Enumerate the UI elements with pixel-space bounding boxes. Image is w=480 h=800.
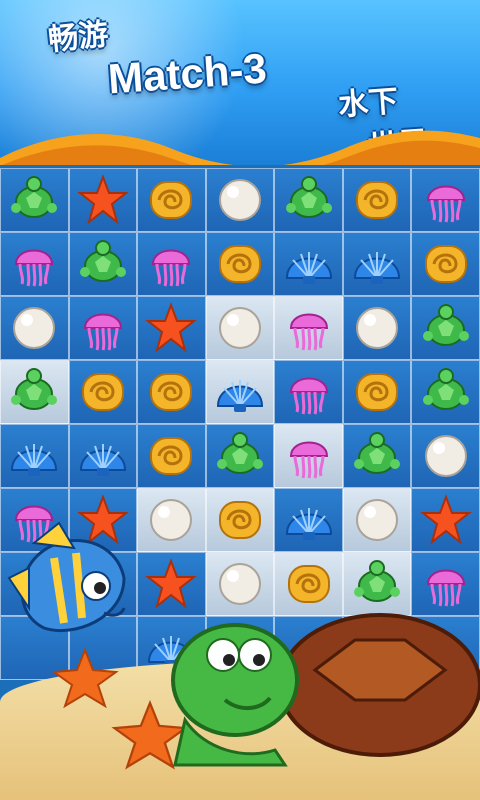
- shell-fan-icon[interactable]: [283, 494, 335, 546]
- shell-spiral-icon[interactable]: [351, 174, 403, 226]
- turtle-icon[interactable]: [77, 238, 129, 290]
- board-cell[interactable]: [205, 296, 275, 360]
- board-cell[interactable]: [411, 424, 480, 488]
- jellyfish-icon[interactable]: [77, 302, 129, 354]
- board-cell[interactable]: [411, 360, 480, 424]
- board-cell[interactable]: [411, 488, 480, 552]
- shell-spiral-icon[interactable]: [77, 366, 129, 418]
- title-line-1: 畅游: [46, 16, 111, 59]
- fish-icon: [7, 521, 126, 633]
- board-cell[interactable]: [205, 168, 275, 232]
- board-cell[interactable]: [205, 360, 275, 424]
- shell-fan-icon[interactable]: [351, 238, 403, 290]
- shell-fan-icon[interactable]: [8, 430, 60, 482]
- jellyfish-icon[interactable]: [283, 302, 335, 354]
- pearl-icon[interactable]: [420, 430, 472, 482]
- board-cell[interactable]: [342, 488, 412, 552]
- shell-spiral-icon[interactable]: [351, 366, 403, 418]
- jellyfish-icon[interactable]: [420, 174, 472, 226]
- turtle-icon[interactable]: [214, 430, 266, 482]
- board-cell[interactable]: [137, 360, 206, 424]
- board-cell[interactable]: [205, 424, 275, 488]
- starfish-icon[interactable]: [419, 494, 472, 546]
- board-cell[interactable]: [205, 232, 275, 296]
- jellyfish-icon[interactable]: [283, 430, 335, 482]
- pearl-icon[interactable]: [214, 302, 266, 354]
- starfish-icon[interactable]: [145, 302, 198, 354]
- board-cell[interactable]: [0, 296, 69, 360]
- pearl-icon[interactable]: [8, 302, 60, 354]
- shell-spiral-icon[interactable]: [420, 238, 472, 290]
- turtle-icon[interactable]: [8, 366, 60, 418]
- board-cell[interactable]: [411, 232, 480, 296]
- turtle-icon[interactable]: [420, 302, 472, 354]
- board-cell[interactable]: [68, 360, 138, 424]
- pearl-icon[interactable]: [351, 302, 403, 354]
- turtle-icon[interactable]: [420, 366, 472, 418]
- shell-fan-icon[interactable]: [283, 238, 335, 290]
- board-cell[interactable]: [342, 424, 412, 488]
- wave-divider: [0, 130, 480, 165]
- board-cell[interactable]: [411, 168, 480, 232]
- board-cell[interactable]: [0, 360, 69, 424]
- turtle-icon[interactable]: [8, 174, 60, 226]
- board-cell[interactable]: [68, 168, 138, 232]
- turtle-icon[interactable]: [283, 174, 335, 226]
- board-cell[interactable]: [342, 296, 412, 360]
- turtle-icon[interactable]: [351, 430, 403, 482]
- shell-spiral-icon[interactable]: [145, 366, 197, 418]
- title-banner: 畅游 Match-3 水下 世界: [0, 0, 480, 165]
- board-cell[interactable]: [68, 424, 138, 488]
- board-cell[interactable]: [342, 168, 412, 232]
- title-line-3: 水下: [337, 83, 400, 124]
- board-cell[interactable]: [68, 232, 138, 296]
- shell-spiral-icon[interactable]: [145, 430, 197, 482]
- shell-fan-icon[interactable]: [214, 366, 266, 418]
- turtle-character-icon: [171, 613, 480, 767]
- board-cell[interactable]: [0, 168, 69, 232]
- pearl-icon[interactable]: [214, 174, 266, 226]
- pearl-icon[interactable]: [145, 494, 197, 546]
- starfish-icon: [51, 648, 119, 708]
- board-cell[interactable]: [0, 232, 69, 296]
- shell-fan-icon[interactable]: [77, 430, 129, 482]
- jellyfish-icon[interactable]: [145, 238, 197, 290]
- board-cell[interactable]: [274, 488, 343, 552]
- shell-spiral-icon[interactable]: [214, 238, 266, 290]
- board-cell[interactable]: [137, 424, 206, 488]
- jellyfish-icon[interactable]: [283, 366, 335, 418]
- board-cell[interactable]: [68, 296, 138, 360]
- starfish-icon[interactable]: [76, 174, 129, 226]
- jellyfish-icon[interactable]: [8, 238, 60, 290]
- shell-spiral-icon[interactable]: [145, 174, 197, 226]
- board-cell[interactable]: [274, 232, 343, 296]
- board-cell[interactable]: [0, 424, 69, 488]
- board-cell[interactable]: [137, 232, 206, 296]
- board-cell[interactable]: [274, 424, 343, 488]
- board-cell[interactable]: [342, 360, 412, 424]
- shell-spiral-icon[interactable]: [214, 494, 266, 546]
- board-cell[interactable]: [274, 168, 343, 232]
- board-cell[interactable]: [342, 232, 412, 296]
- board-cell[interactable]: [205, 488, 275, 552]
- board-cell[interactable]: [274, 360, 343, 424]
- board-cell[interactable]: [137, 296, 206, 360]
- board-cell[interactable]: [411, 296, 480, 360]
- board-cell[interactable]: [137, 488, 206, 552]
- board-cell[interactable]: [274, 296, 343, 360]
- board-cell[interactable]: [137, 168, 206, 232]
- pearl-icon[interactable]: [351, 494, 403, 546]
